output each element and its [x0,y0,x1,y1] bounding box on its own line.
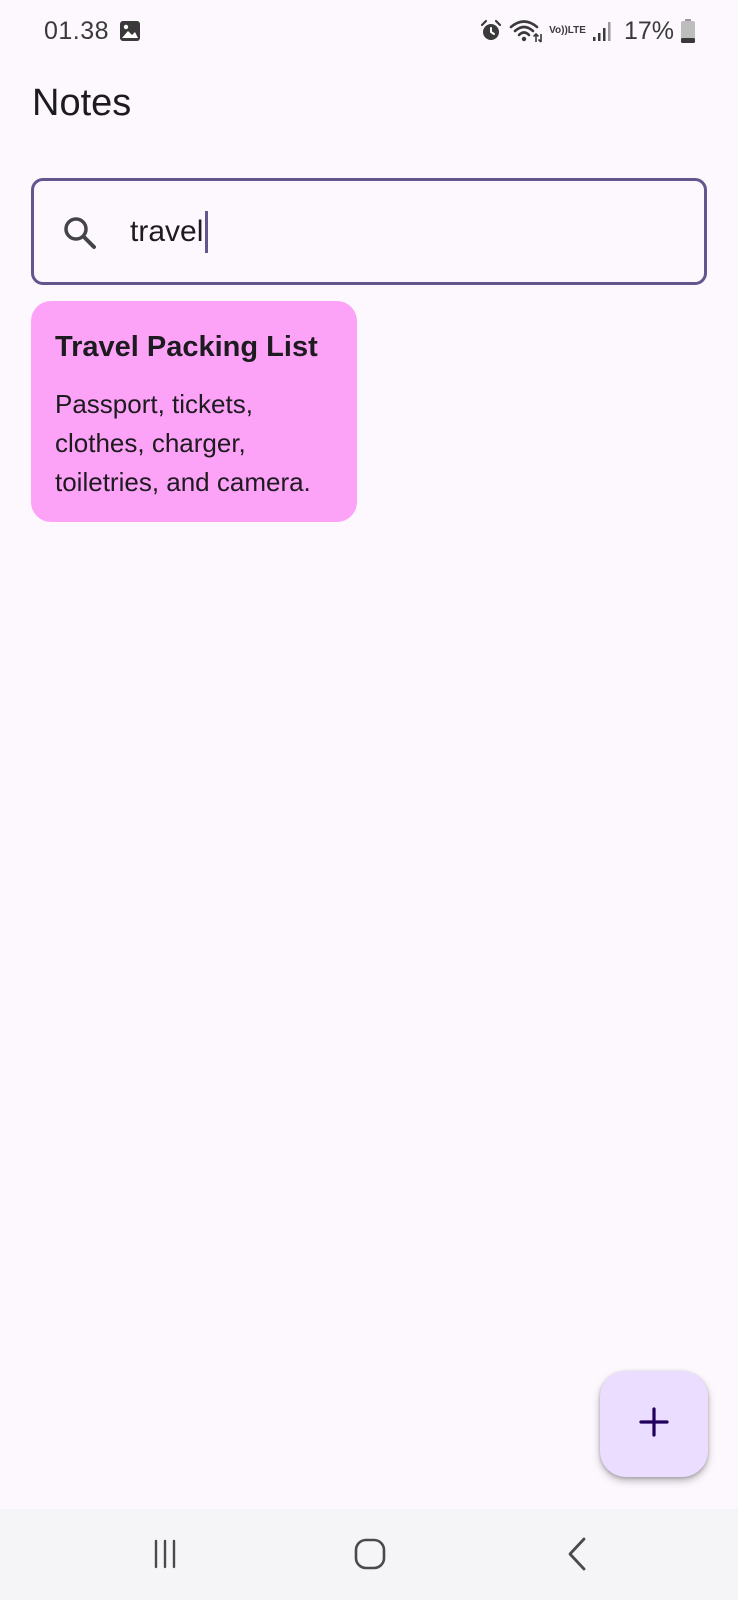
alarm-icon [479,19,503,43]
volte-top-label: Vo)) [549,25,568,36]
search-field[interactable]: travel [31,178,707,285]
note-body: Passport, tickets, clothes, charger, toi… [55,389,311,497]
back-icon [563,1536,593,1577]
note-card[interactable]: Travel Packing List Passport, tickets, c… [31,301,357,522]
recents-button[interactable] [140,1531,190,1581]
add-note-button[interactable] [600,1371,708,1477]
volte-bottom-label: LTE [567,25,586,36]
plus-icon [638,1406,670,1443]
back-button[interactable] [553,1531,603,1581]
notes-screen: 01.38 Vo)) LTE 17% Notes travel Travel P… [0,0,738,1600]
volte-indicator: Vo)) LTE [549,26,586,36]
status-right: Vo)) LTE 17% [479,17,696,46]
home-button[interactable] [345,1531,395,1581]
battery-percent: 17% [623,16,674,45]
status-left: 01.38 [44,17,141,46]
wifi-icon [509,18,543,44]
status-time: 01.38 [44,16,110,45]
system-nav-bar [0,1509,738,1600]
signal-icon [592,20,614,42]
image-icon [119,20,141,42]
home-icon [353,1537,387,1576]
recents-icon [148,1539,182,1574]
search-input[interactable]: travel [130,203,670,261]
search-input-value: travel [130,215,204,248]
status-bar: 01.38 Vo)) LTE 17% [0,0,738,62]
text-caret [205,211,209,253]
battery-icon [680,18,696,44]
page-title: Notes [32,82,132,124]
note-title: Travel Packing List [55,331,318,363]
search-icon [60,213,100,253]
